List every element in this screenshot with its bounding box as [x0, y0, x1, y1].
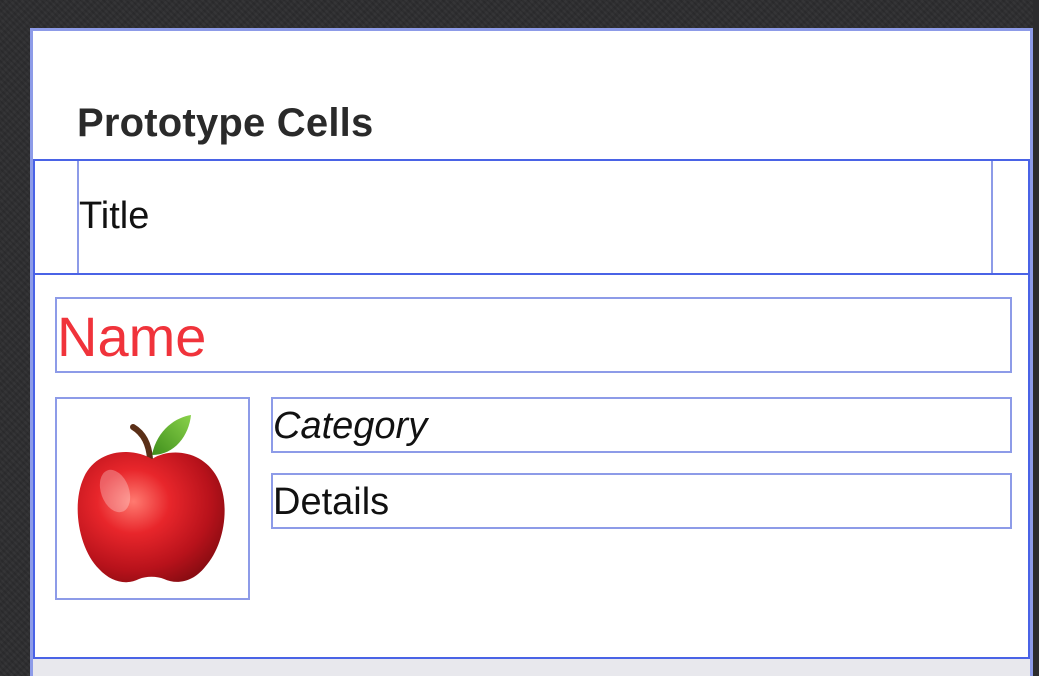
- image-view[interactable]: [55, 397, 250, 600]
- apple-icon: [77, 415, 225, 583]
- name-label[interactable]: Name: [57, 307, 206, 367]
- storyboard-canvas: Prototype Cells Title Name Category Deta…: [0, 0, 1039, 676]
- cell-content-view[interactable]: Title: [77, 161, 993, 273]
- category-label-box[interactable]: Category: [271, 397, 1012, 453]
- section-title: Prototype Cells: [77, 101, 374, 145]
- table-view[interactable]: Prototype Cells Title Name Category Deta…: [30, 28, 1033, 676]
- section-header: Prototype Cells: [33, 31, 1030, 159]
- details-label-box[interactable]: Details: [271, 473, 1012, 529]
- details-label[interactable]: Details: [273, 481, 389, 524]
- category-label[interactable]: Category: [273, 405, 427, 448]
- title-label[interactable]: Title: [79, 195, 149, 238]
- prototype-cell-custom[interactable]: Name Category Details: [33, 273, 1030, 659]
- table-footer-area: [33, 659, 1030, 676]
- prototype-cell-basic[interactable]: Title: [33, 159, 1030, 275]
- name-label-box[interactable]: Name: [55, 297, 1012, 373]
- canvas-edge: [1033, 0, 1039, 676]
